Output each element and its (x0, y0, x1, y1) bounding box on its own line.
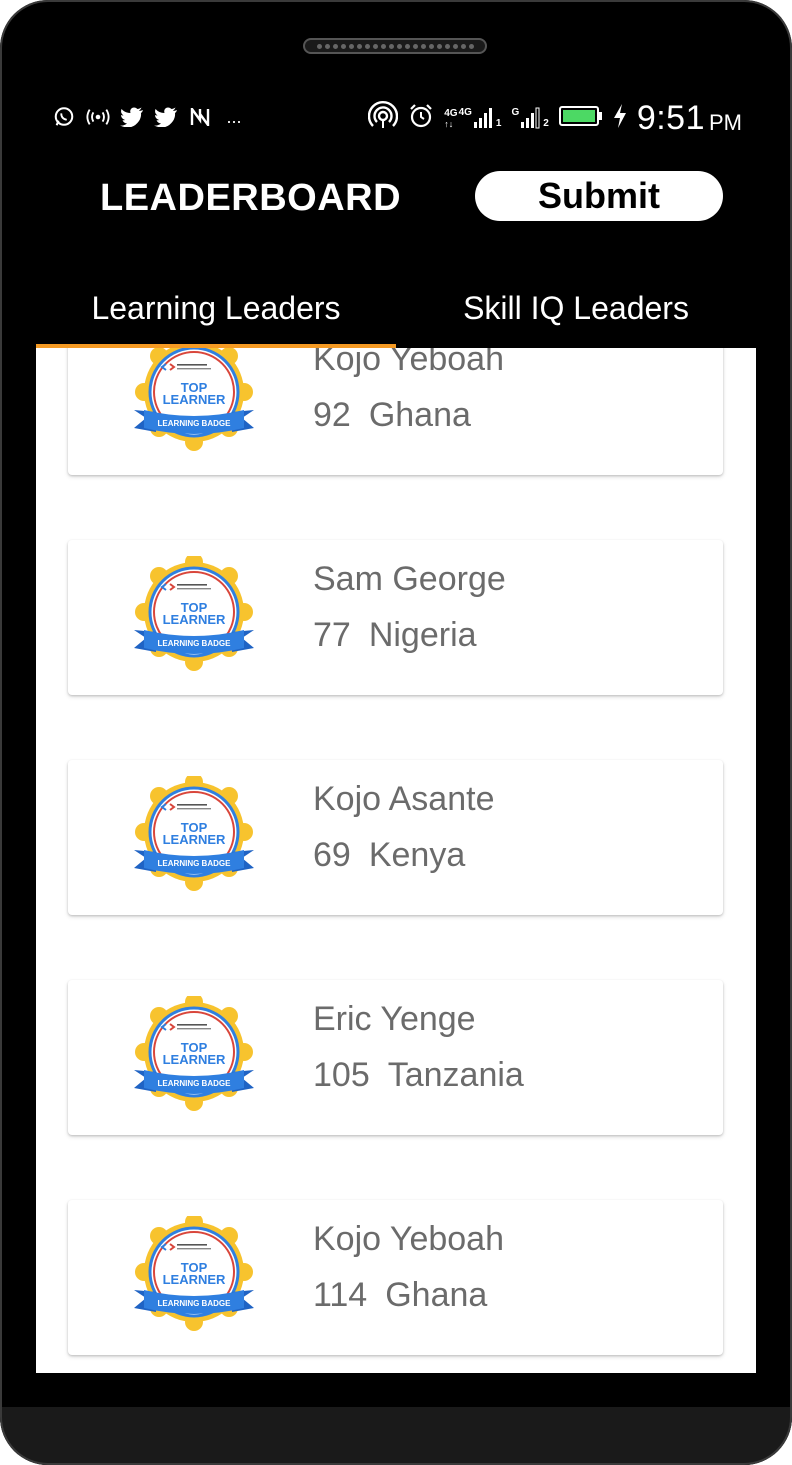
leader-details: 114 Ghana (313, 1276, 487, 1315)
battery-icon (558, 105, 603, 132)
leader-details: 92 Ghana (313, 396, 471, 435)
leader-country: Kenya (368, 836, 466, 874)
top-learner-badge-icon: TOP LEARNER LEARNING BADGE (130, 348, 258, 456)
svg-text:LEARNING BADGE: LEARNING BADGE (158, 419, 232, 428)
leader-hours: 77 (313, 616, 351, 654)
app-bar: LEADERBOARD Submit Learning Leaders Skil… (36, 141, 756, 348)
submit-button[interactable]: Submit (475, 171, 723, 221)
leader-name: Kojo Yeboah (313, 348, 504, 378)
page-title: LEADERBOARD (100, 177, 402, 219)
svg-text:LEARNER: LEARNER (163, 832, 226, 847)
tab-skill-iq-leaders[interactable]: Skill IQ Leaders (396, 269, 756, 348)
leader-country: Tanzania (387, 1056, 524, 1094)
leader-country: Ghana (385, 1276, 488, 1314)
status-bar: ... 4G ↑↓ 4G 1 G 2 9:51 PM (36, 95, 756, 141)
leader-details: 77 Nigeria (313, 616, 477, 655)
leader-name: Eric Yenge (313, 1000, 476, 1038)
top-learner-badge-icon: TOP LEARNER LEARNING BADGE (130, 993, 258, 1116)
leader-details: 69 Kenya (313, 836, 465, 875)
svg-text:LEARNING BADGE: LEARNING BADGE (158, 639, 232, 648)
signal-sim2-icon: G 2 (511, 107, 549, 129)
more-notifications-icon: ... (226, 106, 242, 127)
leader-hours: 105 (313, 1056, 370, 1094)
hotspot-icon (86, 105, 110, 129)
charging-icon (613, 103, 627, 134)
leader-card[interactable]: TOP LEARNER LEARNING BADGE Kojo Yeboah 92… (68, 348, 723, 475)
leader-card[interactable]: TOP LEARNER LEARNING BADGE Sam George 77 N… (68, 540, 723, 695)
wireless-broadcast-icon (368, 100, 399, 136)
leader-hours: 114 (313, 1276, 368, 1314)
leader-country: Nigeria (368, 616, 477, 654)
tab-learning-leaders[interactable]: Learning Leaders (36, 269, 396, 348)
leader-card[interactable]: TOP LEARNER LEARNING BADGE Kojo Yeboah 11… (68, 1200, 723, 1355)
leader-name: Kojo Asante (313, 780, 495, 818)
leader-country: Ghana (368, 396, 471, 434)
bottom-bezel (0, 1407, 792, 1465)
leader-card[interactable]: TOP LEARNER LEARNING BADGE Kojo Asante 69… (68, 760, 723, 915)
leader-details: 105 Tanzania (313, 1056, 524, 1095)
whatsapp-icon (52, 105, 76, 129)
leader-name: Sam George (313, 560, 506, 598)
clock-time: 9:51 (636, 98, 705, 137)
system-icons: 4G ↑↓ 4G 1 G 2 9:51 PM (368, 95, 742, 141)
top-learner-badge-icon: TOP LEARNER LEARNING BADGE (130, 1213, 258, 1336)
top-learner-badge-icon: TOP LEARNER LEARNING BADGE (130, 553, 258, 676)
leader-name: Kojo Yeboah (313, 1220, 504, 1258)
svg-text:LEARNING BADGE: LEARNING BADGE (158, 1079, 232, 1088)
speaker-grille (303, 38, 487, 54)
phone-frame: ... 4G ↑↓ 4G 1 G 2 9:51 PM LEADERBOARD S… (0, 0, 792, 1465)
clock-ampm: PM (709, 110, 742, 135)
svg-text:LEARNER: LEARNER (163, 1272, 226, 1287)
alarm-icon (408, 103, 434, 134)
twitter-icon (154, 105, 178, 129)
leader-hours: 69 (313, 836, 351, 874)
twitter-icon (120, 105, 144, 129)
signal-sim1-icon: 4G ↑↓ 4G 1 (444, 107, 502, 129)
tab-bar: Learning Leaders Skill IQ Leaders (36, 269, 756, 348)
notification-icons: ... (52, 105, 246, 129)
svg-text:LEARNING BADGE: LEARNING BADGE (158, 1299, 232, 1308)
svg-text:LEARNER: LEARNER (163, 392, 226, 407)
svg-text:LEARNER: LEARNER (163, 1052, 226, 1067)
leader-hours: 92 (313, 396, 351, 434)
nfc-icon (188, 105, 212, 129)
leader-list[interactable]: TOP LEARNER LEARNING BADGE Kojo Yeboah 92… (36, 348, 756, 1373)
svg-text:LEARNER: LEARNER (163, 612, 226, 627)
top-learner-badge-icon: TOP LEARNER LEARNING BADGE (130, 773, 258, 896)
svg-text:LEARNING BADGE: LEARNING BADGE (158, 859, 232, 868)
leader-card[interactable]: TOP LEARNER LEARNING BADGE Eric Yenge 105… (68, 980, 723, 1135)
